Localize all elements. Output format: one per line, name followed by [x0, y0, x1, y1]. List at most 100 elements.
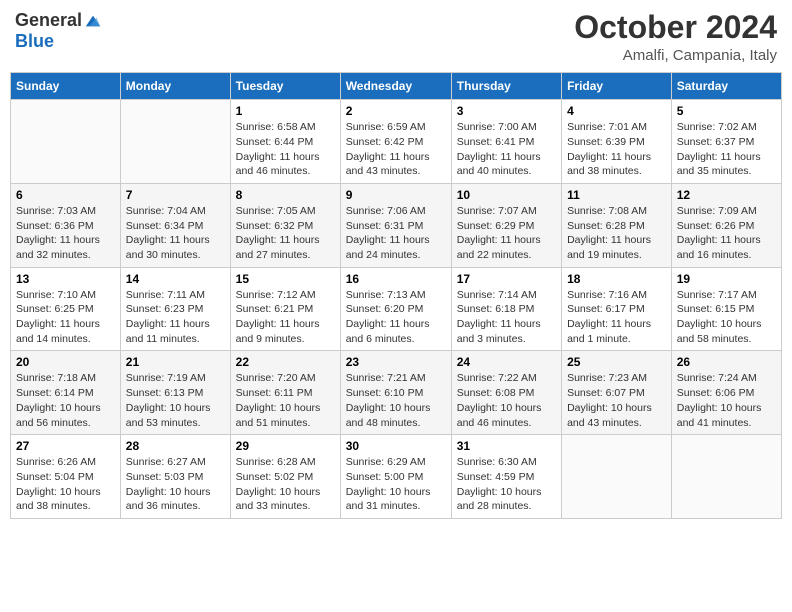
day-info: Sunrise: 6:27 AMSunset: 5:03 PMDaylight:…	[126, 455, 225, 514]
day-number: 2	[346, 104, 446, 118]
day-info: Sunrise: 6:30 AMSunset: 4:59 PMDaylight:…	[457, 455, 556, 514]
calendar-cell: 20 Sunrise: 7:18 AMSunset: 6:14 PMDayligh…	[11, 351, 121, 435]
day-info: Sunrise: 7:02 AMSunset: 6:37 PMDaylight:…	[677, 120, 776, 179]
calendar-cell: 29 Sunrise: 6:28 AMSunset: 5:02 PMDayligh…	[230, 435, 340, 519]
calendar-cell: 12 Sunrise: 7:09 AMSunset: 6:26 PMDayligh…	[671, 183, 781, 267]
day-info: Sunrise: 7:00 AMSunset: 6:41 PMDaylight:…	[457, 120, 556, 179]
header-monday: Monday	[120, 73, 230, 100]
day-info: Sunrise: 7:18 AMSunset: 6:14 PMDaylight:…	[16, 371, 115, 430]
day-number: 20	[16, 355, 115, 369]
day-number: 3	[457, 104, 556, 118]
day-number: 16	[346, 272, 446, 286]
day-number: 22	[236, 355, 335, 369]
title-section: October 2024 Amalfi, Campania, Italy	[574, 10, 777, 64]
header-sunday: Sunday	[11, 73, 121, 100]
day-info: Sunrise: 7:12 AMSunset: 6:21 PMDaylight:…	[236, 288, 335, 347]
day-number: 5	[677, 104, 776, 118]
calendar-cell: 14Sunrise: 7:11 AMSunset: 6:23 PMDayligh…	[120, 267, 230, 351]
calendar-cell: 2 Sunrise: 6:59 AMSunset: 6:42 PMDaylight…	[340, 100, 451, 184]
day-info: Sunrise: 7:06 AMSunset: 6:31 PMDaylight:…	[346, 204, 446, 263]
day-info: Sunrise: 7:10 AMSunset: 6:25 PMDaylight:…	[16, 288, 115, 347]
day-info: Sunrise: 7:11 AMSunset: 6:23 PMDaylight:…	[126, 288, 225, 347]
day-number: 17	[457, 272, 556, 286]
calendar-cell: 15 Sunrise: 7:12 AMSunset: 6:21 PMDayligh…	[230, 267, 340, 351]
header-friday: Friday	[562, 73, 672, 100]
day-number: 24	[457, 355, 556, 369]
day-info: Sunrise: 7:09 AMSunset: 6:26 PMDaylight:…	[677, 204, 776, 263]
day-number: 31	[457, 439, 556, 453]
calendar-header-row: SundayMondayTuesdayWednesdayThursdayFrid…	[11, 73, 782, 100]
calendar-cell: 16 Sunrise: 7:13 AMSunset: 6:20 PMDayligh…	[340, 267, 451, 351]
header-saturday: Saturday	[671, 73, 781, 100]
calendar-cell: 27 Sunrise: 6:26 AMSunset: 5:04 PMDayligh…	[11, 435, 121, 519]
day-info: Sunrise: 7:13 AMSunset: 6:20 PMDaylight:…	[346, 288, 446, 347]
calendar-week-row: 27 Sunrise: 6:26 AMSunset: 5:04 PMDayligh…	[11, 435, 782, 519]
header-thursday: Thursday	[451, 73, 561, 100]
day-info: Sunrise: 7:20 AMSunset: 6:11 PMDaylight:…	[236, 371, 335, 430]
calendar-cell: 8 Sunrise: 7:05 AMSunset: 6:32 PMDaylight…	[230, 183, 340, 267]
day-info: Sunrise: 7:17 AMSunset: 6:15 PMDaylight:…	[677, 288, 776, 347]
calendar-cell: 4 Sunrise: 7:01 AMSunset: 6:39 PMDaylight…	[562, 100, 672, 184]
page-header: General Blue October 2024 Amalfi, Campan…	[10, 10, 782, 64]
day-info: Sunrise: 7:08 AMSunset: 6:28 PMDaylight:…	[567, 204, 666, 263]
day-info: Sunrise: 7:01 AMSunset: 6:39 PMDaylight:…	[567, 120, 666, 179]
calendar-cell: 25Sunrise: 7:23 AMSunset: 6:07 PMDayligh…	[562, 351, 672, 435]
calendar-cell: 11Sunrise: 7:08 AMSunset: 6:28 PMDayligh…	[562, 183, 672, 267]
day-number: 18	[567, 272, 666, 286]
calendar-cell: 7 Sunrise: 7:04 AMSunset: 6:34 PMDaylight…	[120, 183, 230, 267]
day-number: 21	[126, 355, 225, 369]
calendar-cell: 26Sunrise: 7:24 AMSunset: 6:06 PMDayligh…	[671, 351, 781, 435]
calendar-cell: 13 Sunrise: 7:10 AMSunset: 6:25 PMDayligh…	[11, 267, 121, 351]
header-tuesday: Tuesday	[230, 73, 340, 100]
logo-blue-text: Blue	[15, 31, 54, 52]
day-number: 10	[457, 188, 556, 202]
day-number: 23	[346, 355, 446, 369]
calendar-cell: 1Sunrise: 6:58 AMSunset: 6:44 PMDaylight…	[230, 100, 340, 184]
header-wednesday: Wednesday	[340, 73, 451, 100]
calendar-cell: 19 Sunrise: 7:17 AMSunset: 6:15 PMDayligh…	[671, 267, 781, 351]
calendar-cell	[562, 435, 672, 519]
day-info: Sunrise: 7:16 AMSunset: 6:17 PMDaylight:…	[567, 288, 666, 347]
calendar-cell: 6 Sunrise: 7:03 AMSunset: 6:36 PMDaylight…	[11, 183, 121, 267]
day-number: 8	[236, 188, 335, 202]
calendar-cell: 5 Sunrise: 7:02 AMSunset: 6:37 PMDaylight…	[671, 100, 781, 184]
day-info: Sunrise: 6:59 AMSunset: 6:42 PMDaylight:…	[346, 120, 446, 179]
day-number: 7	[126, 188, 225, 202]
day-info: Sunrise: 7:21 AMSunset: 6:10 PMDaylight:…	[346, 371, 446, 430]
day-info: Sunrise: 7:04 AMSunset: 6:34 PMDaylight:…	[126, 204, 225, 263]
calendar-cell: 9Sunrise: 7:06 AMSunset: 6:31 PMDaylight…	[340, 183, 451, 267]
calendar-cell	[671, 435, 781, 519]
calendar-cell: 30Sunrise: 6:29 AMSunset: 5:00 PMDayligh…	[340, 435, 451, 519]
day-number: 12	[677, 188, 776, 202]
day-info: Sunrise: 7:03 AMSunset: 6:36 PMDaylight:…	[16, 204, 115, 263]
day-number: 25	[567, 355, 666, 369]
calendar-cell	[120, 100, 230, 184]
day-info: Sunrise: 7:14 AMSunset: 6:18 PMDaylight:…	[457, 288, 556, 347]
calendar-cell: 10 Sunrise: 7:07 AMSunset: 6:29 PMDayligh…	[451, 183, 561, 267]
day-info: Sunrise: 6:26 AMSunset: 5:04 PMDaylight:…	[16, 455, 115, 514]
day-info: Sunrise: 7:24 AMSunset: 6:06 PMDaylight:…	[677, 371, 776, 430]
logo-general-text: General	[15, 10, 82, 31]
logo-icon	[84, 12, 102, 30]
calendar-cell: 21 Sunrise: 7:19 AMSunset: 6:13 PMDayligh…	[120, 351, 230, 435]
calendar-cell: 18 Sunrise: 7:16 AMSunset: 6:17 PMDayligh…	[562, 267, 672, 351]
day-number: 29	[236, 439, 335, 453]
day-number: 1	[236, 104, 335, 118]
day-number: 4	[567, 104, 666, 118]
day-info: Sunrise: 7:07 AMSunset: 6:29 PMDaylight:…	[457, 204, 556, 263]
calendar-subtitle: Amalfi, Campania, Italy	[574, 47, 777, 64]
day-number: 6	[16, 188, 115, 202]
calendar-week-row: 13 Sunrise: 7:10 AMSunset: 6:25 PMDayligh…	[11, 267, 782, 351]
day-number: 28	[126, 439, 225, 453]
day-number: 15	[236, 272, 335, 286]
day-info: Sunrise: 6:28 AMSunset: 5:02 PMDaylight:…	[236, 455, 335, 514]
day-info: Sunrise: 7:05 AMSunset: 6:32 PMDaylight:…	[236, 204, 335, 263]
day-number: 13	[16, 272, 115, 286]
day-info: Sunrise: 7:19 AMSunset: 6:13 PMDaylight:…	[126, 371, 225, 430]
calendar-cell: 31 Sunrise: 6:30 AMSunset: 4:59 PMDayligh…	[451, 435, 561, 519]
day-number: 19	[677, 272, 776, 286]
calendar-cell: 3 Sunrise: 7:00 AMSunset: 6:41 PMDaylight…	[451, 100, 561, 184]
calendar-table: SundayMondayTuesdayWednesdayThursdayFrid…	[10, 72, 782, 519]
day-info: Sunrise: 6:29 AMSunset: 5:00 PMDaylight:…	[346, 455, 446, 514]
day-number: 27	[16, 439, 115, 453]
